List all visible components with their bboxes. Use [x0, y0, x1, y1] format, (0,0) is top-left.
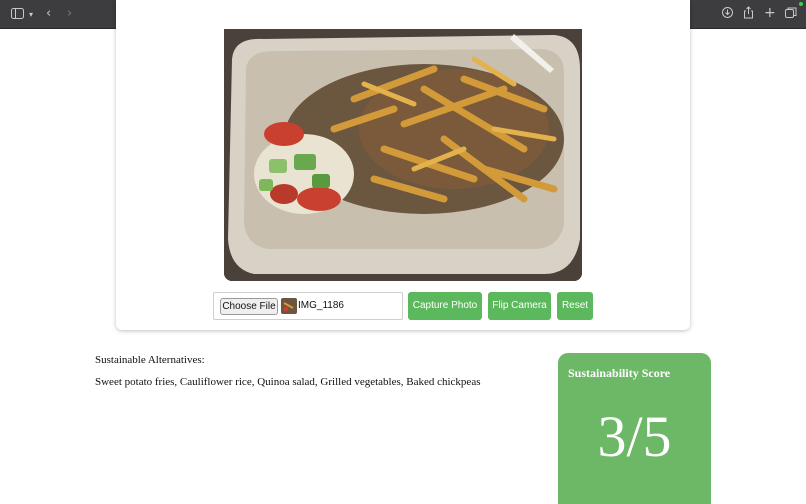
status-dot-icon: [799, 2, 803, 6]
tabs-overview-icon[interactable]: [785, 7, 797, 22]
forward-icon[interactable]: ›: [67, 7, 72, 21]
file-input[interactable]: Choose File IMG_1186: [213, 292, 403, 320]
download-icon[interactable]: [722, 7, 733, 22]
back-icon[interactable]: ‹: [46, 7, 51, 21]
alternatives-heading: Sustainable Alternatives:: [95, 354, 205, 366]
file-name: IMG_1186: [298, 300, 344, 311]
share-icon[interactable]: [743, 6, 754, 23]
new-tab-icon[interactable]: +: [764, 6, 776, 20]
sidebar-icon[interactable]: [11, 8, 24, 23]
choose-file-button[interactable]: Choose File: [220, 298, 278, 315]
food-photo: [224, 29, 582, 281]
chevron-down-icon[interactable]: ▾: [29, 8, 33, 22]
alternatives-list: Sweet potato fries, Cauliflower rice, Qu…: [95, 376, 481, 388]
file-thumbnail: [281, 298, 297, 314]
reset-button[interactable]: Reset: [557, 292, 593, 320]
capture-photo-button[interactable]: Capture Photo: [408, 292, 482, 320]
sustainability-score-card: Sustainability Score 3/5: [558, 353, 711, 504]
score-title: Sustainability Score: [568, 366, 671, 380]
score-value: 3/5: [597, 404, 672, 469]
flip-camera-button[interactable]: Flip Camera: [488, 292, 551, 320]
